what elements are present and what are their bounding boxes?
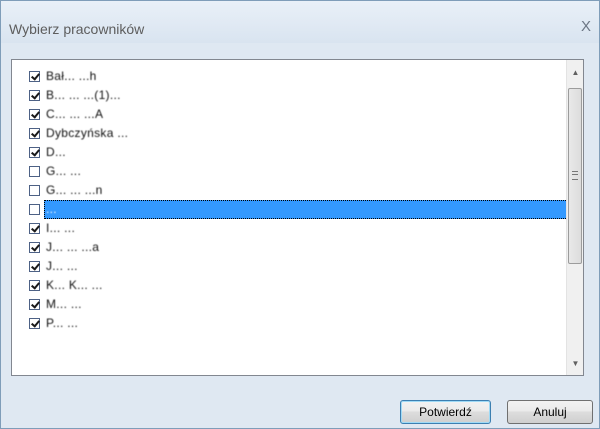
- list-item[interactable]: ...: [13, 200, 582, 219]
- employee-checkbox[interactable]: [29, 299, 40, 310]
- selection-highlight: [44, 200, 582, 219]
- employee-checkbox[interactable]: [29, 185, 40, 196]
- list-item[interactable]: D...: [13, 143, 566, 162]
- confirm-button-label: Potwierdź: [419, 405, 472, 419]
- list-item[interactable]: Bał... ...h: [13, 67, 566, 86]
- employee-name: Bał... ...h: [46, 69, 97, 83]
- employee-name: I... ...: [46, 221, 76, 235]
- employee-name: M... ...: [46, 297, 82, 311]
- confirm-button[interactable]: Potwierdź: [400, 400, 491, 424]
- close-icon[interactable]: X: [579, 19, 593, 35]
- grip-icon: [572, 171, 578, 180]
- cancel-button[interactable]: Anuluj: [507, 400, 593, 424]
- employee-name: C... ... ...A: [46, 107, 104, 121]
- list-item[interactable]: G... ...: [13, 162, 566, 181]
- list-item[interactable]: P... ...: [13, 314, 566, 333]
- employee-name: J... ...: [46, 259, 78, 273]
- employee-name: B... ... ...(1)...: [46, 88, 121, 102]
- employee-name: J... ... ...a: [46, 240, 100, 254]
- employee-name: P... ...: [46, 316, 79, 330]
- employee-checkbox[interactable]: [29, 204, 40, 215]
- scroll-down-icon[interactable]: ▼: [567, 355, 583, 372]
- cancel-button-label: Anuluj: [533, 405, 567, 419]
- employee-listbox[interactable]: Bał... ...h B... ... ...(1)... C... ... ..…: [11, 59, 584, 376]
- list-item[interactable]: Dybczyńska ...: [13, 124, 566, 143]
- scroll-up-icon[interactable]: ▲: [567, 64, 583, 81]
- dialog-title: Wybierz pracowników: [9, 21, 145, 37]
- employee-checkbox[interactable]: [29, 280, 40, 291]
- employee-picker-dialog: Wybierz pracowników X Bał... ...h B... ..…: [0, 0, 600, 429]
- employee-checkbox[interactable]: [29, 261, 40, 272]
- title-bar: Wybierz pracowników X: [1, 1, 599, 43]
- employee-name: G... ...: [46, 164, 82, 178]
- employee-name: Dybczyńska ...: [46, 126, 129, 140]
- scroll-thumb[interactable]: [568, 88, 582, 264]
- list-item[interactable]: J... ... ...a: [13, 238, 566, 257]
- employee-name: G... ... ...n: [46, 183, 103, 197]
- employee-list: Bał... ...h B... ... ...(1)... C... ... ..…: [13, 67, 582, 333]
- employee-checkbox[interactable]: [29, 109, 40, 120]
- employee-checkbox[interactable]: [29, 242, 40, 253]
- list-item[interactable]: J... ...: [13, 257, 566, 276]
- employee-checkbox[interactable]: [29, 166, 40, 177]
- list-item[interactable]: B... ... ...(1)...: [13, 86, 566, 105]
- employee-checkbox[interactable]: [29, 71, 40, 82]
- list-item[interactable]: G... ... ...n: [13, 181, 566, 200]
- employee-checkbox[interactable]: [29, 90, 40, 101]
- list-item[interactable]: K... K... ...: [13, 276, 566, 295]
- employee-checkbox[interactable]: [29, 318, 40, 329]
- employee-name: ...: [46, 202, 57, 216]
- employee-name: D...: [46, 145, 66, 159]
- list-item[interactable]: M... ...: [13, 295, 566, 314]
- employee-checkbox[interactable]: [29, 128, 40, 139]
- list-item[interactable]: I... ...: [13, 219, 566, 238]
- employee-checkbox[interactable]: [29, 147, 40, 158]
- vertical-scrollbar[interactable]: ▲ ▼: [566, 60, 583, 375]
- list-item[interactable]: C... ... ...A: [13, 105, 566, 124]
- employee-checkbox[interactable]: [29, 223, 40, 234]
- employee-name: K... K... ...: [46, 278, 103, 292]
